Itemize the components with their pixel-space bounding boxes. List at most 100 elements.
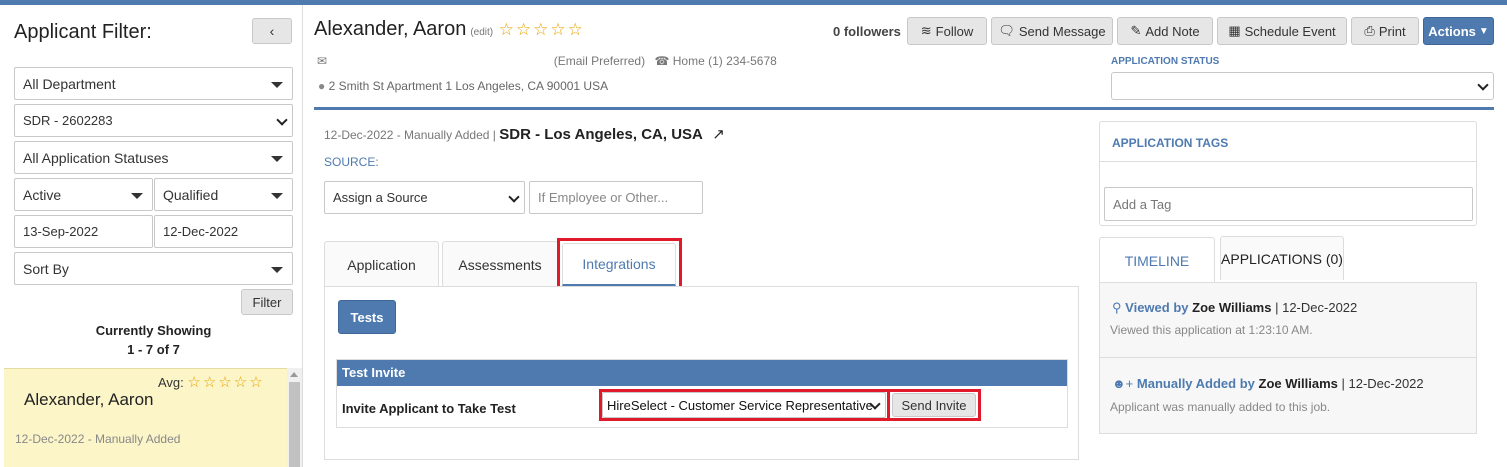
sort-by-value: Sort By bbox=[23, 260, 69, 277]
timeline-event-viewed: ⚲ Viewed by Zoe Williams | 12-Dec-2022 bbox=[1112, 300, 1357, 316]
add-tag-placeholder: Add a Tag bbox=[1113, 196, 1172, 212]
active-select[interactable]: Active bbox=[14, 178, 153, 211]
highlight-integrations-tab bbox=[557, 238, 682, 292]
follow-label: Follow bbox=[935, 23, 974, 39]
event-action: Manually Added by bbox=[1136, 376, 1255, 391]
application-tags-panel: APPLICATION TAGS Add a Tag bbox=[1099, 121, 1477, 226]
applicant-name: Alexander, Aaron bbox=[24, 390, 154, 409]
job-title: SDR - Los Angeles, CA, USA bbox=[499, 126, 703, 143]
scrollbar-thumb[interactable] bbox=[289, 382, 300, 467]
event-user: Zoe Williams bbox=[1192, 300, 1272, 315]
source-select[interactable]: Assign a Source bbox=[324, 181, 525, 214]
timeline-event-viewed-desc: Viewed this application at 1:23:10 AM. bbox=[1110, 323, 1313, 337]
email-preferred-label: (Email Preferred) bbox=[553, 54, 646, 68]
envelope-icon: ✉ bbox=[317, 54, 328, 68]
date-to-field[interactable]: 12-Dec-2022 bbox=[154, 215, 293, 248]
source-label: SOURCE: bbox=[324, 155, 379, 169]
add-note-label: Add Note bbox=[1145, 23, 1200, 39]
applicant-list-item[interactable]: Avg: ☆☆☆☆☆ Alexander, Aaron 12-Dec-2022 … bbox=[4, 368, 287, 467]
source-value: Assign a Source bbox=[333, 190, 428, 205]
print-label: Print bbox=[1378, 23, 1406, 39]
chevron-down-icon bbox=[276, 113, 288, 126]
calendar-icon: ▦ bbox=[1228, 23, 1241, 38]
employee-input[interactable]: If Employee or Other... bbox=[529, 181, 703, 214]
add-tag-input[interactable]: Add a Tag bbox=[1104, 187, 1473, 221]
highlight-test-select bbox=[599, 389, 890, 421]
chevron-left-icon: ‹ bbox=[269, 23, 275, 39]
scroll-up-icon bbox=[290, 372, 298, 377]
actions-label: Actions bbox=[1428, 23, 1476, 39]
qualified-value: Qualified bbox=[163, 186, 219, 203]
currently-showing-label: Currently Showing bbox=[95, 323, 212, 338]
job-select[interactable]: SDR - 2602283 bbox=[14, 104, 293, 137]
qualified-select[interactable]: Qualified bbox=[154, 178, 293, 211]
filter-button[interactable]: Filter bbox=[241, 289, 293, 315]
tests-button[interactable]: Tests bbox=[338, 300, 396, 334]
date-from-field[interactable]: 13-Sep-2022 bbox=[14, 215, 153, 248]
star-rating-icon: ☆☆☆☆☆ bbox=[187, 374, 265, 391]
department-select[interactable]: All Department bbox=[14, 67, 293, 100]
scrollbar[interactable] bbox=[287, 368, 302, 467]
edit-note-icon: ✎ bbox=[1130, 23, 1142, 38]
printer-icon: ⎙ bbox=[1364, 23, 1375, 38]
job-info-row: 12-Dec-2022 - Manually Added | SDR - Los… bbox=[324, 125, 725, 143]
caret-down-icon bbox=[131, 192, 143, 199]
user-plus-icon: ☻+ bbox=[1112, 376, 1134, 391]
print-button[interactable]: ⎙ Print bbox=[1351, 17, 1419, 45]
test-invite-header: Test Invite bbox=[337, 360, 1067, 386]
phone-icon: ☎ bbox=[654, 54, 670, 68]
actions-button[interactable]: Actions ▼ bbox=[1423, 17, 1494, 45]
application-status-select[interactable] bbox=[1111, 72, 1494, 100]
invite-label: Invite Applicant to Take Test bbox=[342, 401, 516, 416]
highlight-send-invite bbox=[887, 389, 981, 421]
rating-stars-icon[interactable]: ☆☆☆☆☆ bbox=[499, 20, 585, 39]
external-link-icon[interactable]: ↗ bbox=[712, 126, 725, 143]
event-date: | 12-Dec-2022 bbox=[1341, 376, 1424, 391]
employee-placeholder: If Employee or Other... bbox=[538, 190, 669, 205]
caret-down-icon bbox=[271, 155, 283, 162]
tab-timeline[interactable]: TIMELINE bbox=[1099, 237, 1215, 283]
applicant-title: Alexander, Aaron (edit) ☆☆☆☆☆ bbox=[314, 18, 585, 41]
caret-down-icon bbox=[271, 81, 283, 88]
send-message-button[interactable]: 🗨 Send Message bbox=[991, 17, 1113, 45]
event-date: | 12-Dec-2022 bbox=[1275, 300, 1358, 315]
timeline-divider bbox=[1100, 357, 1476, 358]
schedule-event-button[interactable]: ▦ Schedule Event bbox=[1217, 17, 1347, 45]
chevron-down-icon bbox=[1477, 79, 1489, 91]
caret-down-icon bbox=[271, 192, 283, 199]
add-note-button[interactable]: ✎ Add Note bbox=[1117, 17, 1213, 45]
rss-icon: ≋ bbox=[920, 23, 932, 38]
contact-address: ● 2 Smith St Apartment 1 Los Angeles, CA… bbox=[318, 79, 608, 93]
date-to-value: 12-Dec-2022 bbox=[163, 224, 239, 239]
schedule-event-label: Schedule Event bbox=[1244, 23, 1336, 39]
applicant-title-name: Alexander, Aaron bbox=[314, 18, 467, 40]
job-value: SDR - 2602283 bbox=[23, 113, 113, 128]
applicant-date: 12-Dec-2022 - Manually Added bbox=[15, 432, 181, 446]
caret-down-icon bbox=[271, 266, 283, 273]
collapse-sidebar-button[interactable]: ‹ bbox=[252, 18, 292, 44]
chevron-down-icon bbox=[508, 190, 520, 203]
sort-by-select[interactable]: Sort By bbox=[14, 252, 293, 285]
tab-application[interactable]: Application bbox=[324, 241, 439, 287]
tab-assessments[interactable]: Assessments bbox=[442, 241, 558, 287]
tab-applications[interactable]: APPLICATIONS (0) bbox=[1220, 236, 1344, 280]
follow-button[interactable]: ≋ Follow bbox=[907, 17, 987, 45]
date-from-value: 13-Sep-2022 bbox=[23, 224, 99, 239]
status-value: All Application Statuses bbox=[23, 149, 169, 166]
results-count: 1 - 7 of 7 bbox=[127, 342, 180, 357]
status-select[interactable]: All Application Statuses bbox=[14, 141, 293, 174]
map-marker-icon: ● bbox=[318, 79, 326, 93]
followers-count: 0 followers bbox=[833, 24, 901, 39]
address-text: 2 Smith St Apartment 1 Los Angeles, CA 9… bbox=[328, 79, 609, 93]
phone-number: Home (1) 234-5678 bbox=[672, 54, 777, 68]
contact-email: ✉ (Email Preferred) ☎ Home (1) 234-5678 bbox=[317, 54, 777, 68]
avg-rating: Avg: ☆☆☆☆☆ bbox=[158, 373, 265, 391]
chat-icon: 🗨 bbox=[998, 23, 1015, 38]
header-divider bbox=[314, 107, 1494, 110]
timeline-event-added: ☻+ Manually Added by Zoe Williams | 12-D… bbox=[1112, 376, 1424, 391]
department-value: All Department bbox=[23, 75, 116, 92]
edit-link[interactable]: (edit) bbox=[470, 27, 493, 38]
timeline-event-added-desc: Applicant was manually added to this job… bbox=[1110, 400, 1331, 414]
caret-down-icon: ▼ bbox=[1478, 25, 1489, 37]
active-value: Active bbox=[23, 186, 62, 203]
